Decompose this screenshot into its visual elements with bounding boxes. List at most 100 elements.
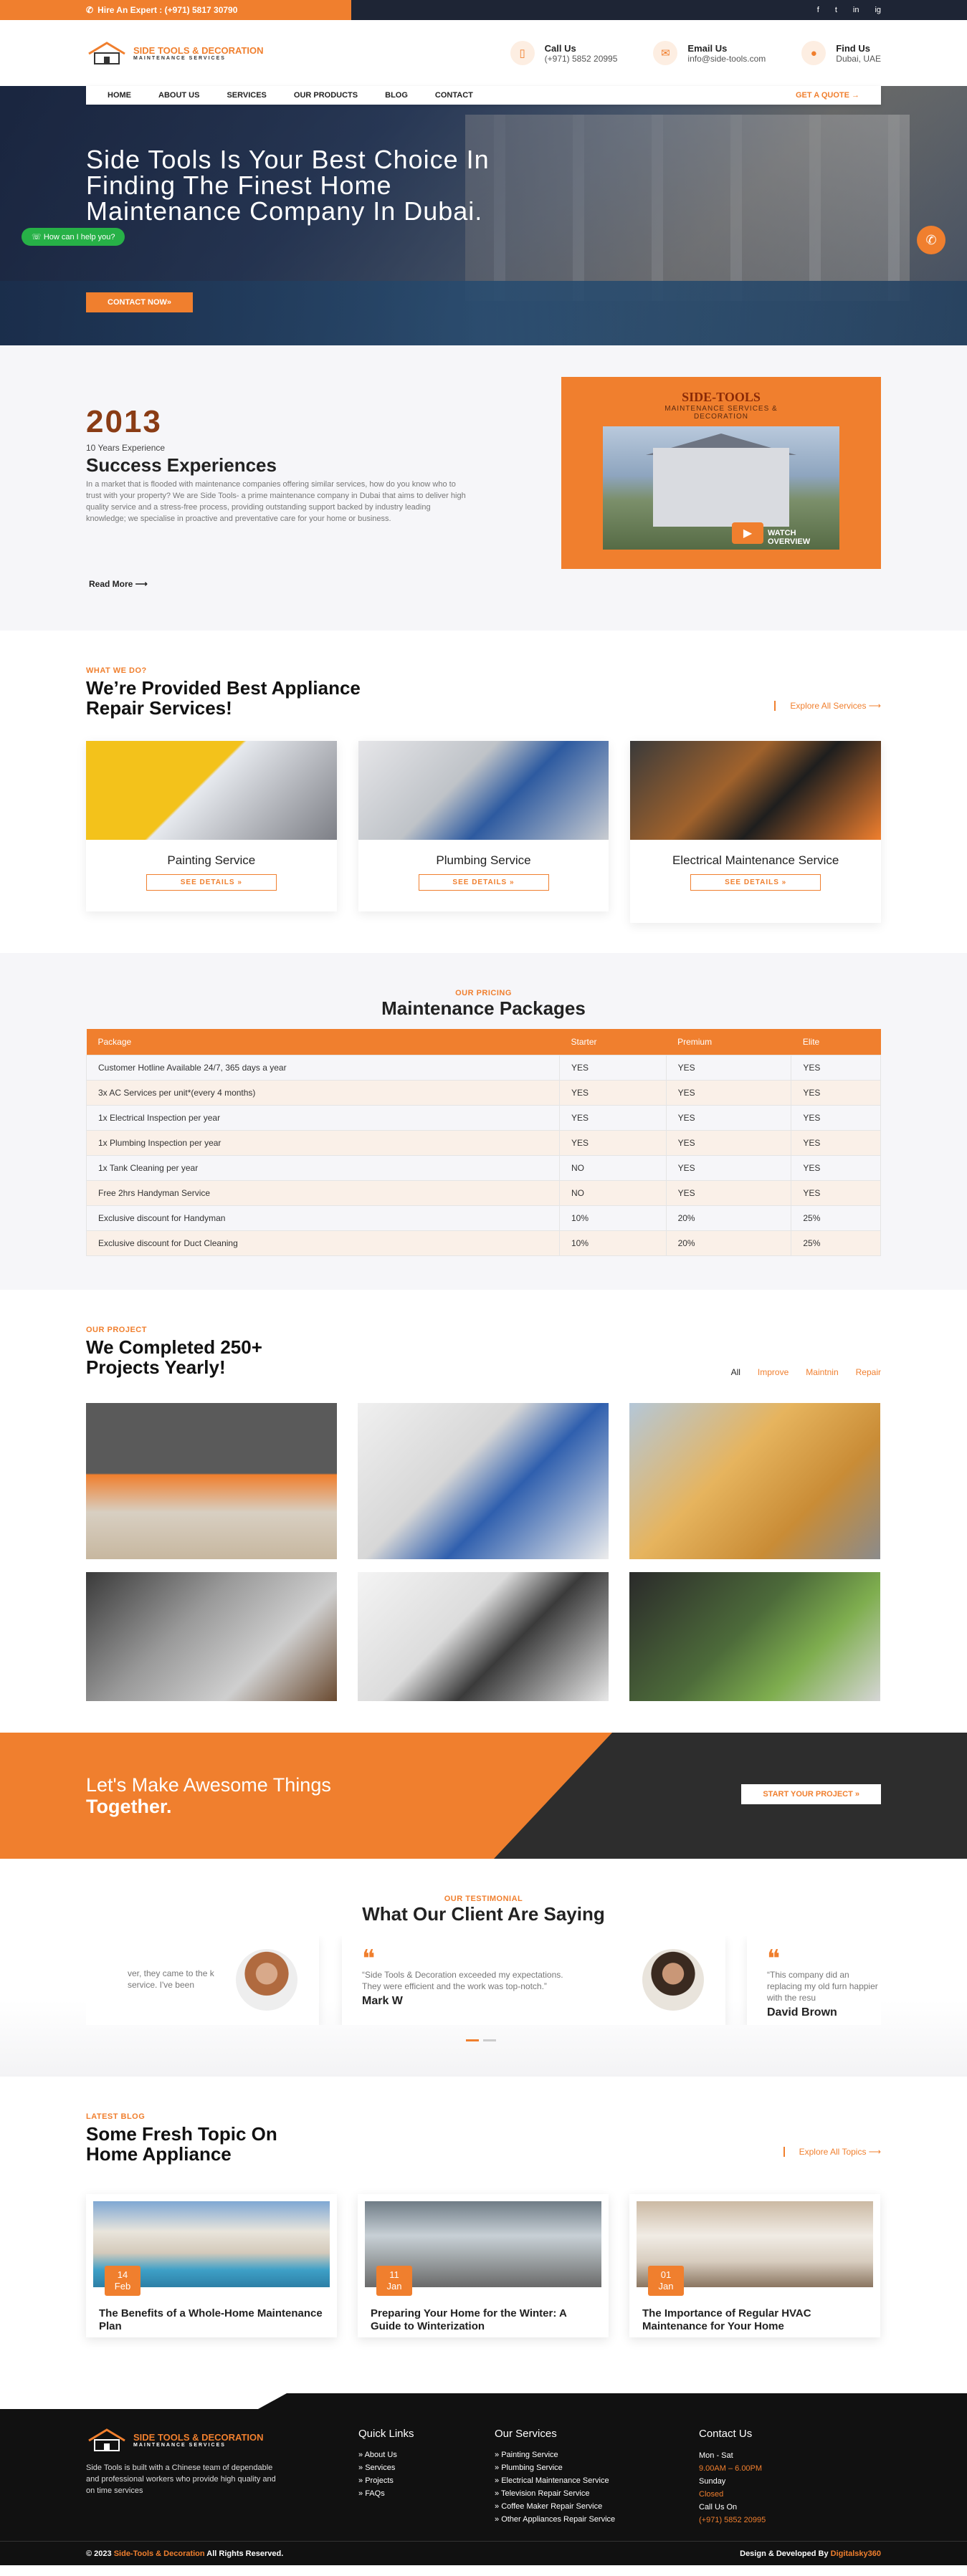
pricing-cell: YES: [791, 1054, 881, 1081]
project-image[interactable]: [358, 1572, 609, 1701]
explore-services-link[interactable]: Explore All Services ⟶: [774, 701, 881, 711]
footer-link[interactable]: Projects: [358, 2474, 414, 2487]
see-details-button[interactable]: SEE DETAILS »: [418, 874, 549, 891]
see-details-button[interactable]: SEE DETAILS »: [146, 874, 277, 891]
footer-service-link[interactable]: Coffee Maker Repair Service: [495, 2500, 615, 2513]
project-image[interactable]: [629, 1572, 880, 1701]
project-filters: All Improve Maintnin Repair: [731, 1367, 881, 1377]
watch-overview-label[interactable]: WATCH OVERVIEW: [768, 529, 839, 546]
filter-all[interactable]: All: [731, 1367, 740, 1377]
site-footer: SIDE TOOLS & DECORATION MAINTENANCE SERVI…: [0, 2393, 967, 2565]
carousel-dot[interactable]: [483, 2039, 496, 2041]
col-premium: Premium: [666, 1029, 791, 1055]
project-image[interactable]: [86, 1572, 337, 1701]
nav-products[interactable]: OUR PRODUCTS: [294, 91, 358, 100]
phone-icon: ▯: [510, 41, 535, 65]
pricing-cell: YES: [665, 1129, 792, 1156]
logo-title: SIDE TOOLS & DECORATION: [133, 44, 264, 56]
linkedin-icon[interactable]: in: [853, 6, 859, 14]
footer-link[interactable]: FAQs: [358, 2487, 414, 2500]
footer-logo[interactable]: SIDE TOOLS & DECORATION MAINTENANCE SERVI…: [86, 2428, 287, 2452]
filter-improve[interactable]: Improve: [758, 1367, 789, 1377]
sunday-label: Sunday: [699, 2477, 726, 2486]
footer-service-link[interactable]: Television Repair Service: [495, 2487, 615, 2500]
services-heading: We’re Provided Best Appliance Repair Ser…: [86, 678, 361, 718]
call-us[interactable]: ▯ Call Us (+971) 5852 20995: [510, 41, 617, 65]
footer-service-link[interactable]: Plumbing Service: [495, 2461, 615, 2474]
logo[interactable]: SIDE TOOLS & DECORATION MAINTENANCE SERV…: [86, 41, 380, 65]
blog-title[interactable]: Preparing Your Home for the Winter: A Gu…: [365, 2307, 601, 2333]
projects-section: OUR PROJECT We Completed 250+ Projects Y…: [0, 1290, 967, 1733]
nav-contact[interactable]: CONTACT: [435, 91, 473, 100]
testimonial-carousel[interactable]: ver, they came to the k service. I've be…: [86, 1936, 881, 2025]
blog-heading-line1: Some Fresh Topic On: [86, 2123, 277, 2145]
filter-maintain[interactable]: Maintnin: [806, 1367, 838, 1377]
client-avatar: [642, 1949, 704, 2011]
project-image[interactable]: [629, 1403, 880, 1559]
copyright-year: © 2023: [86, 2549, 112, 2558]
facebook-icon[interactable]: f: [817, 6, 819, 14]
footer-link[interactable]: About Us: [358, 2448, 414, 2461]
get-quote-link[interactable]: GET A QUOTE →: [796, 91, 859, 100]
location-pin-icon: ●: [801, 41, 827, 65]
start-project-button[interactable]: START YOUR PROJECT »: [741, 1784, 881, 1804]
carousel-dots[interactable]: [466, 2039, 496, 2041]
footer-service-link[interactable]: Electrical Maintenance Service: [495, 2474, 615, 2487]
pricing-row: Exclusive discount for Duct Cleaning 10% 2…: [86, 1230, 881, 1256]
call-float-button[interactable]: ✆: [917, 226, 945, 254]
dev-link[interactable]: Digitalsky360: [831, 2549, 881, 2558]
pricing-table: Package Starter Premium Elite Customer H…: [86, 1029, 881, 1256]
pricing-cell: YES: [791, 1104, 881, 1131]
developer-credit: Design & Developed By Digitalsky360: [740, 2549, 881, 2558]
blog-date: 14 Feb: [105, 2266, 140, 2296]
email-value: info@side-tools.com: [687, 53, 766, 64]
blog-card[interactable]: 11 Jan Preparing Your Home for the Winter…: [358, 2194, 609, 2337]
project-image[interactable]: [358, 1403, 609, 1559]
projects-heading: We Completed 250+ Projects Yearly!: [86, 1337, 262, 1377]
read-more-link[interactable]: Read More ⟶: [89, 579, 148, 589]
footer-description: Side Tools is built with a Chinese team …: [86, 2464, 276, 2495]
instagram-icon[interactable]: ig: [875, 6, 881, 14]
cta-line2: Together.: [86, 1796, 172, 1817]
testimonial-card: ❝ “Side Tools & Decoration exceeded my e…: [342, 1936, 725, 2025]
nav-about[interactable]: ABOUT US: [158, 91, 199, 100]
footer-link[interactable]: Services: [358, 2461, 414, 2474]
twitter-icon[interactable]: t: [835, 6, 837, 14]
video-overview-box[interactable]: SIDE-TOOLS MAINTENANCE SERVICES & DECORA…: [561, 377, 881, 569]
pricing-row: Customer Hotline Available 24/7, 365 day…: [86, 1054, 881, 1081]
whatsapp-chat-button[interactable]: ☏ How can I help you?: [22, 228, 125, 246]
footer-quick-links: Quick Links About Us Services Projects F…: [358, 2428, 414, 2500]
project-image[interactable]: [86, 1403, 337, 1559]
services-heading-line2: Repair Services!: [86, 697, 232, 719]
blog-card[interactable]: 01 Jan The Importance of Regular HVAC Mai…: [629, 2194, 880, 2337]
nav-home[interactable]: HOME: [108, 91, 131, 100]
house-logo-icon: [88, 2428, 125, 2451]
contact-title: Contact Us: [699, 2428, 753, 2440]
date-day: 11: [389, 2269, 399, 2280]
carousel-dot[interactable]: [466, 2039, 479, 2041]
testimonial-text: ver, they came to the k service. I've be…: [128, 1968, 214, 1990]
blog-section: LATEST BLOG Some Fresh Topic On Home App…: [0, 2077, 967, 2393]
email-us[interactable]: ✉ Email Us info@side-tools.com: [653, 41, 766, 65]
nav-blog[interactable]: BLOG: [385, 91, 408, 100]
footer-service-link[interactable]: Painting Service: [495, 2448, 615, 2461]
find-us[interactable]: ● Find Us Dubai, UAE: [801, 41, 881, 65]
col-package: Package: [86, 1029, 560, 1055]
blog-title[interactable]: The Benefits of a Whole-Home Maintenance…: [93, 2307, 330, 2333]
see-details-button[interactable]: SEE DETAILS »: [690, 874, 821, 891]
contact-now-button[interactable]: CONTACT NOW»: [86, 292, 194, 312]
blog-title[interactable]: The Importance of Regular HVAC Maintenan…: [637, 2307, 873, 2333]
play-icon[interactable]: ▶: [732, 522, 763, 544]
footer-service-link[interactable]: Other Appliances Repair Service: [495, 2513, 615, 2526]
pricing-cell: 25%: [791, 1205, 881, 1231]
footer-phone[interactable]: (+971) 5852 20995: [699, 2514, 766, 2527]
projects-tag: OUR PROJECT: [86, 1326, 147, 1334]
explore-topics-link[interactable]: Explore All Topics ⟶: [783, 2147, 881, 2157]
topbar-phone[interactable]: ✆ Hire An Expert : (+971) 5817 30790: [0, 0, 351, 20]
blog-card[interactable]: 14 Feb The Benefits of a Whole-Home Maint…: [86, 2194, 337, 2337]
pricing-cell: YES: [791, 1079, 881, 1106]
copyright-brand[interactable]: Side-Tools & Decoration: [114, 2549, 205, 2558]
services-tag: WHAT WE DO?: [86, 666, 147, 675]
filter-repair[interactable]: Repair: [856, 1367, 881, 1377]
nav-services[interactable]: SERVICES: [227, 91, 266, 100]
